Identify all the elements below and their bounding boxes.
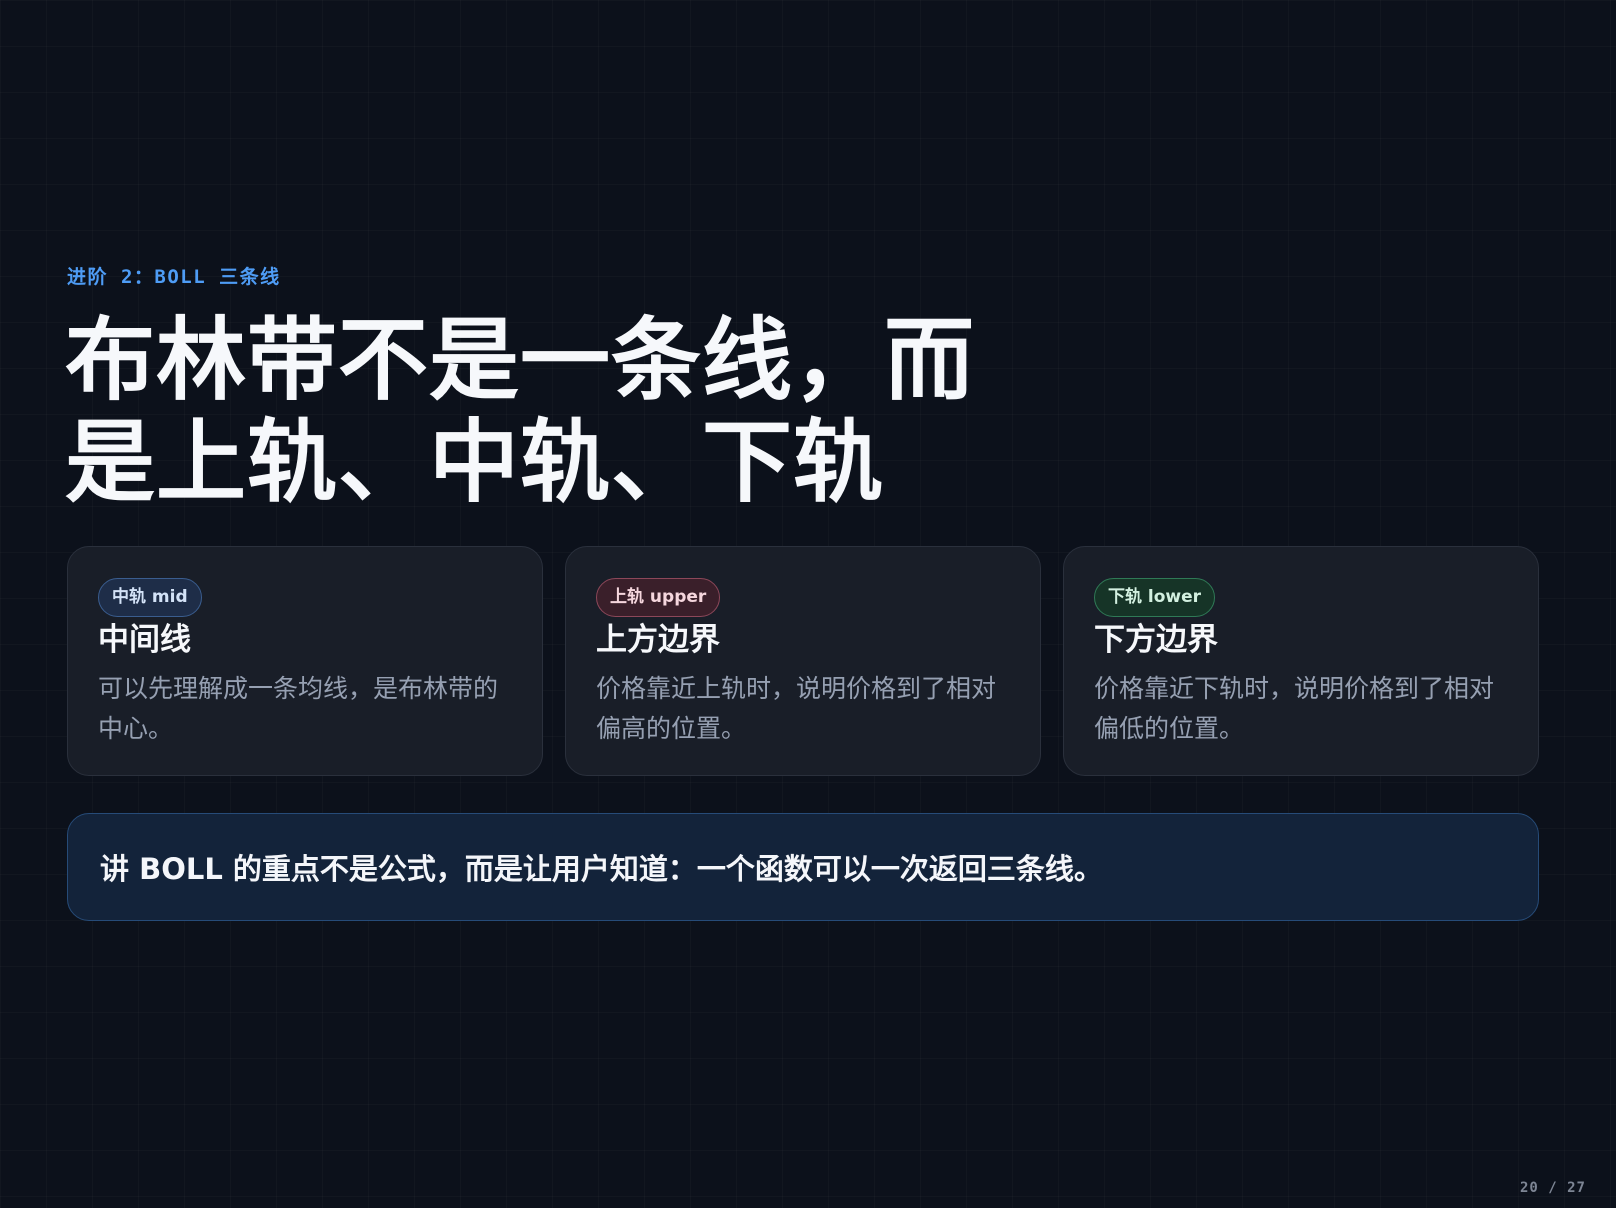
card-mid: 中轨 mid 中间线 可以先理解成一条均线，是布林带的中心。 — [67, 546, 543, 776]
card-lower: 下轨 lower 下方边界 价格靠近下轨时，说明价格到了相对偏低的位置。 — [1063, 546, 1539, 776]
badge-upper: 上轨 upper — [596, 578, 721, 617]
badge-mid: 中轨 mid — [98, 578, 202, 617]
card-upper: 上轨 upper 上方边界 价格靠近上轨时，说明价格到了相对偏高的位置。 — [565, 546, 1041, 776]
card-description-lower: 价格靠近下轨时，说明价格到了相对偏低的位置。 — [1094, 674, 1495, 743]
card-description-upper: 价格靠近上轨时，说明价格到了相对偏高的位置。 — [596, 674, 997, 743]
key-point-callout: 讲 BOLL 的重点不是公式，而是让用户知道：一个函数可以一次返回三条线。 — [67, 813, 1539, 921]
card-title-lower: 下方边界 — [1094, 622, 1218, 658]
page-title-line-1: 布林带不是一条线，而 — [65, 308, 975, 413]
page-title-line-2: 是上轨、中轨、下轨 — [65, 410, 884, 515]
section-kicker: 进阶 2：BOLL 三条线 — [67, 266, 281, 288]
page-title: 布林带不是一条线，而 是上轨、中轨、下轨 — [65, 310, 1005, 514]
card-title-mid: 中间线 — [98, 622, 191, 658]
page-number: 20 / 27 — [1519, 1180, 1586, 1196]
card-description-mid: 可以先理解成一条均线，是布林带的中心。 — [98, 674, 499, 743]
card-title-upper: 上方边界 — [596, 622, 720, 658]
slide: 进阶 2：BOLL 三条线 布林带不是一条线，而 是上轨、中轨、下轨 中轨 mi… — [0, 0, 1616, 1208]
callout-text: 讲 BOLL 的重点不是公式，而是让用户知道：一个函数可以一次返回三条线。 — [100, 852, 1103, 886]
badge-lower: 下轨 lower — [1094, 578, 1216, 617]
band-cards: 中轨 mid 中间线 可以先理解成一条均线，是布林带的中心。 上轨 upper … — [67, 546, 1539, 776]
